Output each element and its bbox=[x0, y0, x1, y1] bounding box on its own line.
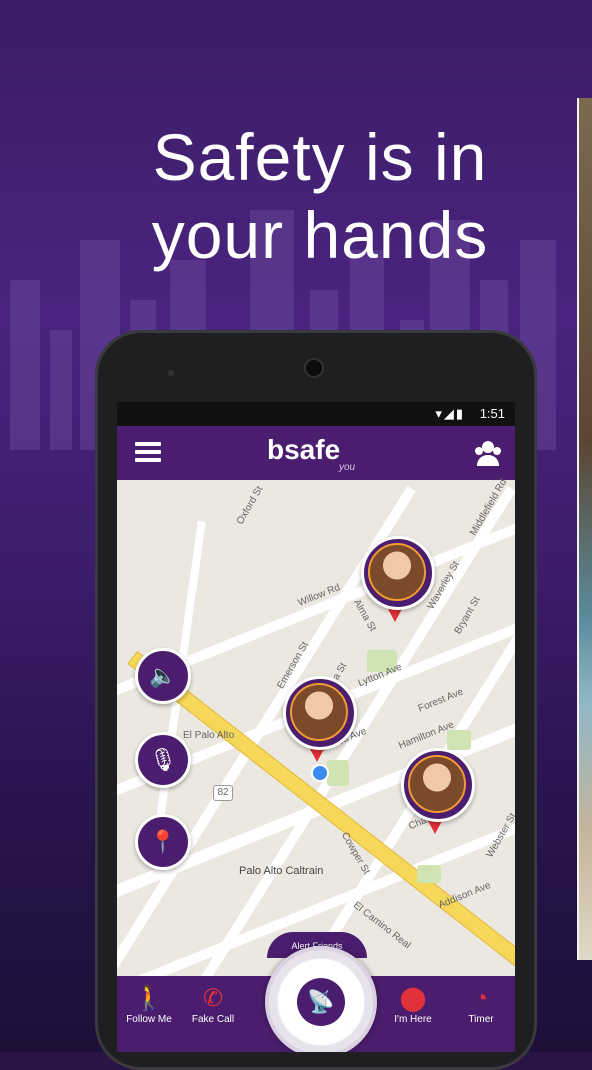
alert-friends-button[interactable]: 📡 bbox=[265, 946, 377, 1052]
friend-pin[interactable] bbox=[401, 748, 475, 836]
app-screen: ▾◢▮ 1:51 bsafe you Oxford St Willow Rd M… bbox=[117, 402, 515, 1052]
tab-follow-me[interactable]: 🚶 Follow Me bbox=[119, 984, 179, 1025]
tab-im-here[interactable]: ⬤ I'm Here bbox=[383, 984, 443, 1025]
friend-avatar bbox=[408, 755, 466, 813]
camera-dot bbox=[168, 370, 174, 376]
app-bar: bsafe you bbox=[117, 426, 515, 480]
status-time: 1:51 bbox=[479, 406, 505, 421]
phone-icon: ✆ bbox=[202, 985, 224, 1012]
microphone-icon: 🎙 bbox=[149, 747, 177, 772]
map-label: Bryant St bbox=[452, 594, 483, 637]
headline-line-1: Safety is in bbox=[152, 120, 488, 194]
walk-icon: 🚶 bbox=[134, 985, 164, 1012]
friend-pin[interactable] bbox=[361, 536, 435, 624]
timer-icon: ◔ bbox=[473, 985, 489, 1012]
location-pin-icon: ⬤ bbox=[399, 985, 427, 1012]
next-screenshot-preview bbox=[577, 98, 592, 960]
record-button[interactable]: 🎙 bbox=[135, 732, 191, 788]
friend-avatar bbox=[290, 683, 348, 741]
menu-icon[interactable] bbox=[135, 442, 161, 462]
tab-fake-call[interactable]: ✆ Fake Call bbox=[183, 984, 243, 1025]
app-logo-sub: you bbox=[339, 462, 356, 473]
tab-timer[interactable]: ◔ Timer bbox=[451, 984, 511, 1025]
headline-line-2: your hands bbox=[151, 198, 489, 272]
app-logo: bsafe you bbox=[267, 434, 356, 473]
sound-alarm-button[interactable]: 🔈 bbox=[135, 648, 191, 704]
map-label: Oxford St bbox=[234, 484, 266, 527]
share-location-button[interactable]: 📍 bbox=[135, 814, 191, 870]
current-location-dot bbox=[311, 764, 329, 782]
alarm-icon: 📡 bbox=[297, 978, 345, 1026]
friend-avatar bbox=[368, 543, 426, 601]
friends-icon[interactable] bbox=[473, 438, 503, 468]
location-pins-icon: 📍 bbox=[149, 829, 177, 854]
headline: Safety is in your hands bbox=[60, 118, 580, 274]
map-label: Forest Ave bbox=[416, 686, 465, 715]
status-icons: ▾◢▮ bbox=[435, 406, 465, 421]
route-shield: 82 bbox=[213, 785, 233, 801]
map-label-station: Palo Alto Caltrain bbox=[239, 865, 324, 877]
map-label: El Palo Alto bbox=[183, 730, 235, 741]
status-bar: ▾◢▮ 1:51 bbox=[117, 402, 515, 426]
friend-pin[interactable] bbox=[283, 676, 357, 764]
front-camera bbox=[304, 358, 324, 378]
speaker-icon: 🔈 bbox=[149, 663, 177, 688]
